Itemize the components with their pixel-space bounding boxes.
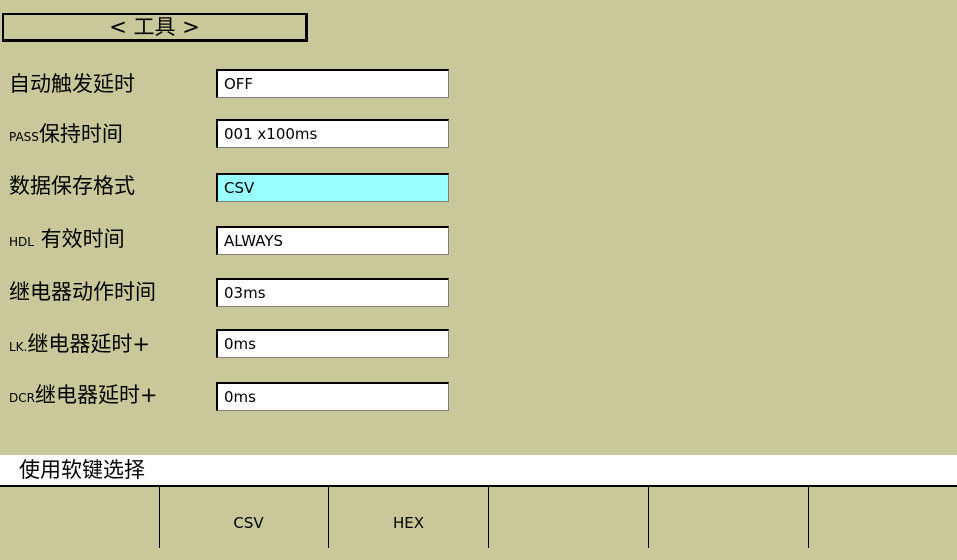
softkey-1[interactable] bbox=[0, 487, 160, 548]
hdl-valid-time-label: HDL 有效时间 bbox=[9, 227, 125, 251]
softkey-hex[interactable]: HEX bbox=[329, 487, 489, 548]
softkey-5[interactable] bbox=[649, 487, 809, 548]
pass-hold-time-label: PASS保持时间 bbox=[9, 122, 123, 146]
hdl-valid-time-field[interactable]: ALWAYS bbox=[216, 226, 449, 255]
pass-hold-time-field[interactable]: 001 x100ms bbox=[216, 119, 449, 148]
auto-trigger-delay-field[interactable]: OFF bbox=[216, 69, 449, 98]
lk-relay-delay-field[interactable]: 0ms bbox=[216, 329, 449, 358]
relay-action-time-label: 继电器动作时间 bbox=[9, 280, 156, 304]
softkey-bar: CSV HEX bbox=[0, 485, 957, 548]
dcr-relay-delay-field[interactable]: 0ms bbox=[216, 382, 449, 411]
data-save-format-label: 数据保存格式 bbox=[9, 174, 135, 198]
lk-relay-delay-label: LK.继电器延时+ bbox=[9, 332, 150, 356]
auto-trigger-delay-label: 自动触发延时 bbox=[9, 72, 135, 96]
softkey-csv[interactable]: CSV bbox=[169, 487, 329, 548]
page-title: < 工具 > bbox=[2, 13, 308, 42]
softkey-4[interactable] bbox=[489, 487, 649, 548]
relay-action-time-field[interactable]: 03ms bbox=[216, 278, 449, 307]
status-hint: 使用软键选择 bbox=[0, 455, 957, 485]
data-save-format-field[interactable]: CSV bbox=[216, 173, 449, 202]
softkey-6[interactable] bbox=[809, 487, 957, 548]
dcr-relay-delay-label: DCR继电器延时+ bbox=[9, 383, 158, 407]
